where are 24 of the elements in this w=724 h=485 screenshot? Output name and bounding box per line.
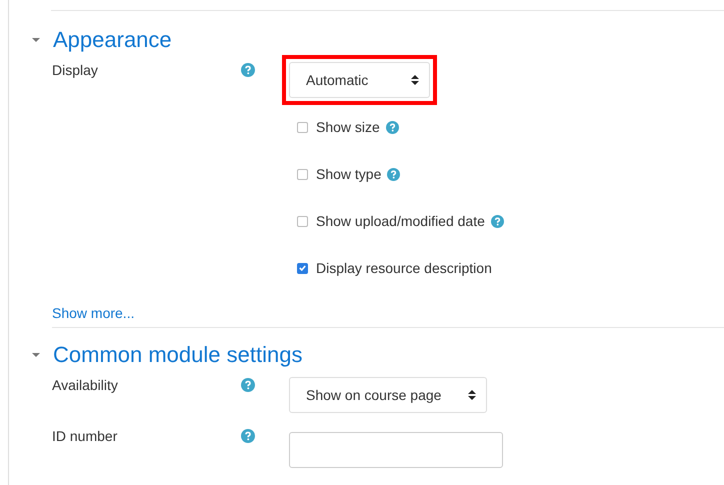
checkbox-option[interactable]: Show type xyxy=(297,166,382,182)
help-icon[interactable] xyxy=(241,63,255,77)
dropdown[interactable]: Automatic xyxy=(289,62,430,98)
section-heading[interactable]: Appearance xyxy=(53,27,172,53)
help-icon[interactable] xyxy=(386,120,399,134)
section-heading[interactable]: Common module settings xyxy=(53,342,302,368)
caret-down-icon[interactable] xyxy=(31,350,41,360)
help-icon[interactable] xyxy=(241,378,255,392)
checkbox-option[interactable]: Show size xyxy=(297,119,380,135)
input-field[interactable] xyxy=(289,432,503,468)
field-label: Display xyxy=(52,62,99,78)
help-icon[interactable] xyxy=(387,168,400,180)
dropdown[interactable]: Show on course page xyxy=(289,377,487,413)
checkbox-option[interactable]: Display resource description xyxy=(297,260,492,276)
caret-down-icon[interactable] xyxy=(31,35,41,45)
up-down-arrows-icon xyxy=(468,390,476,400)
field-label: ID number xyxy=(52,428,118,444)
help-icon[interactable] xyxy=(241,429,255,443)
field-label: Availability xyxy=(52,377,119,393)
checkbox-option[interactable]: Show upload/modified date xyxy=(297,213,485,229)
show-more-link[interactable]: Show more... xyxy=(52,305,134,321)
up-down-arrows-icon xyxy=(411,75,419,85)
help-icon[interactable] xyxy=(490,214,504,228)
check-icon xyxy=(298,263,307,273)
